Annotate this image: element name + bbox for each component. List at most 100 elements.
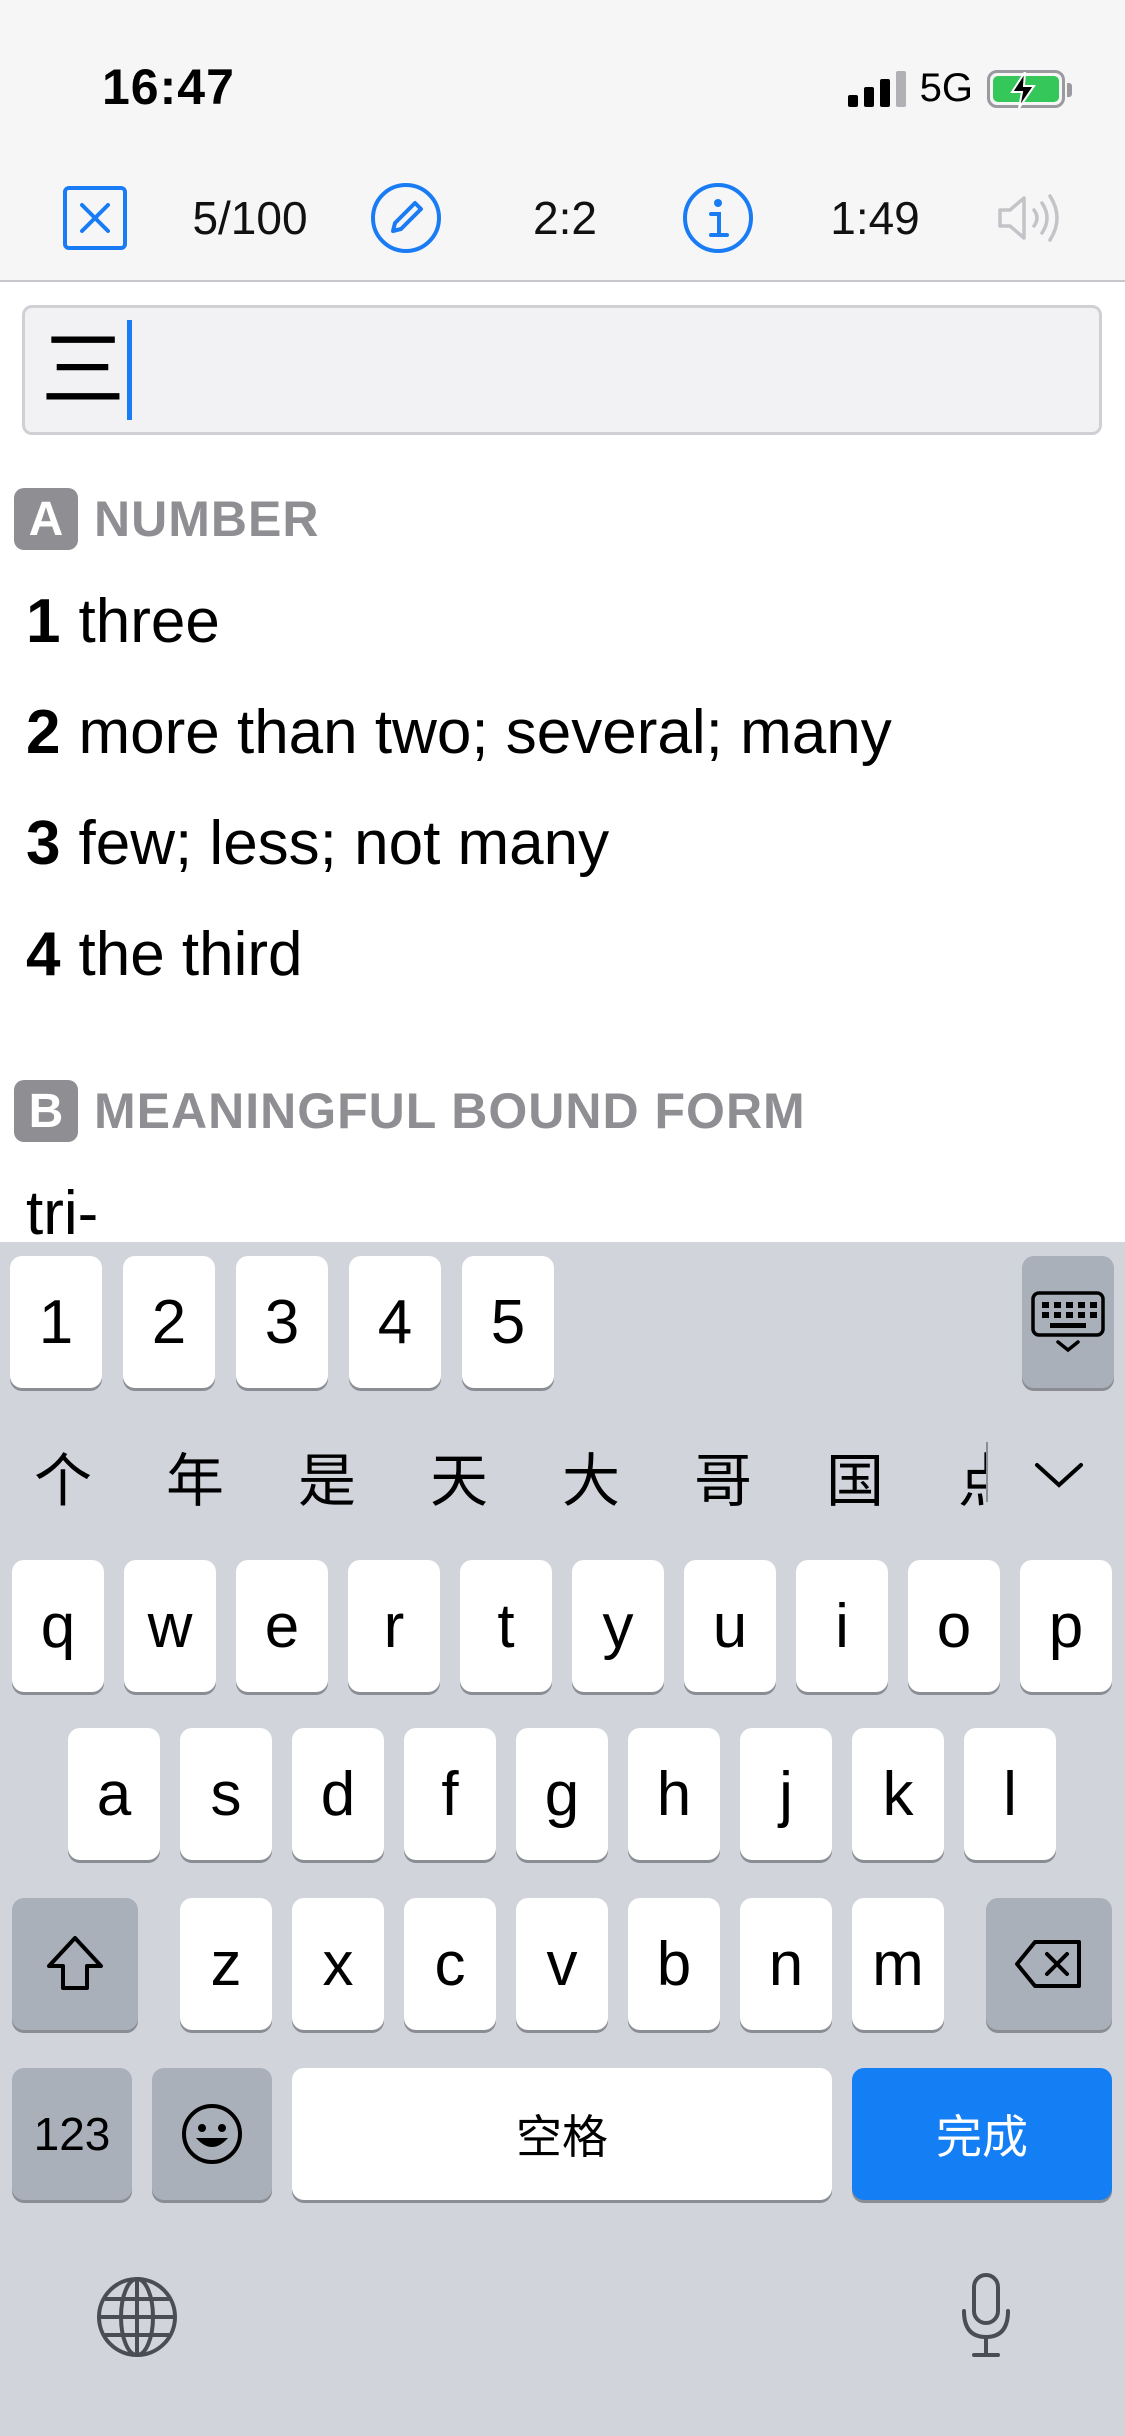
key-t[interactable]: t [460,1560,552,1692]
status-time: 16:47 [102,59,235,115]
battery-icon [987,69,1072,108]
key-4[interactable]: 4 [349,1256,441,1388]
close-button[interactable] [60,168,130,268]
key-i[interactable]: i [796,1560,888,1692]
key-r[interactable]: r [348,1560,440,1692]
definition-item: 1 three [26,586,220,657]
key-3[interactable]: 3 [236,1256,328,1388]
section-letter-badge: A [14,488,78,550]
key-q[interactable]: q [12,1560,104,1692]
definition-number: 3 [26,809,61,878]
candidate-item-partial[interactable]: 点 [958,1434,988,1510]
key-l[interactable]: l [964,1728,1056,1860]
answer-input-value: 三 [41,321,126,419]
answer-input[interactable]: 三 [22,305,1102,435]
key-n[interactable]: n [740,1898,832,2030]
definition-item: 4 the third [26,919,303,990]
done-key[interactable]: 完成 [852,2068,1112,2200]
signal-icon [847,70,906,107]
expand-candidates-button[interactable] [1024,1450,1094,1500]
definition-text: three [78,587,220,656]
candidate-item[interactable]: 国 [826,1434,884,1518]
key-m[interactable]: m [852,1898,944,2030]
definition-item: tri- [26,1178,98,1249]
key-y[interactable]: y [572,1560,664,1692]
key-f[interactable]: f [404,1728,496,1860]
definition-item: 2 more than two; several; many [26,697,892,768]
definition-number: 4 [26,920,61,989]
definition-number: 2 [26,698,61,767]
key-s[interactable]: s [180,1728,272,1860]
candidate-item-text: 点 [958,1447,988,1510]
network-label: 5G [919,66,973,110]
keyboard-icon [1031,1291,1105,1353]
definition-text: more than two; several; many [78,698,892,767]
key-k[interactable]: k [852,1728,944,1860]
definition-text: tri- [26,1179,99,1248]
key-o[interactable]: o [908,1560,1000,1692]
globe-icon [97,2277,177,2357]
section-title: NUMBER [94,491,320,547]
microphone-icon [962,2273,1010,2357]
key-z[interactable]: z [180,1898,272,2030]
key-c[interactable]: c [404,1898,496,2030]
speaker-icon [998,194,1059,242]
candidate-item[interactable]: 天 [430,1434,488,1518]
key-e[interactable]: e [236,1560,328,1692]
emoji-key[interactable] [152,2068,272,2200]
dismiss-keyboard-button[interactable] [1022,1256,1114,1388]
top-bar: 16:47 5G 5/100 2:2 1:49 [0,0,1125,282]
numbers-key[interactable]: 123 [12,2068,132,2200]
definition-text: few; less; not many [78,809,610,878]
shift-icon [47,1936,103,1990]
pencil-icon [371,183,441,253]
space-key[interactable]: 空格 [292,2068,832,2200]
key-x[interactable]: x [292,1898,384,2030]
candidate-item[interactable]: 哥 [694,1434,752,1518]
globe-button[interactable] [92,2272,182,2362]
key-1[interactable]: 1 [10,1256,102,1388]
dictation-button[interactable] [946,2266,1026,2366]
candidate-item[interactable]: 大 [562,1434,620,1518]
toolbar: 5/100 2:2 1:49 [0,168,1125,268]
key-d[interactable]: d [292,1728,384,1860]
keyboard: 1 2 3 4 5 个 年 是 天 大 哥 国 点 q w e r t y u … [0,1242,1125,2436]
section-header-b: B MEANINGFUL BOUND FORM [14,1080,806,1142]
candidate-item[interactable]: 是 [298,1434,356,1518]
key-w[interactable]: w [124,1560,216,1692]
chevron-down-icon [1035,1463,1083,1488]
close-icon [63,186,127,250]
candidate-divider [986,1442,988,1502]
definition-item: 3 few; less; not many [26,808,609,879]
key-g[interactable]: g [516,1728,608,1860]
key-p[interactable]: p [1020,1560,1112,1692]
backspace-key[interactable] [986,1898,1112,2030]
key-b[interactable]: b [628,1898,720,2030]
section-header-a: A NUMBER [14,488,319,550]
key-2[interactable]: 2 [123,1256,215,1388]
speaker-button[interactable] [990,168,1070,268]
key-v[interactable]: v [516,1898,608,2030]
key-h[interactable]: h [628,1728,720,1860]
shift-key[interactable] [12,1898,138,2030]
edit-button[interactable] [368,168,444,268]
backspace-icon [1015,1940,1081,1988]
progress-counter: 5/100 [192,192,308,244]
definition-text: the third [78,920,303,989]
text-caret [127,320,133,420]
info-icon [683,183,753,253]
definition-number: 1 [26,587,61,656]
section-title: MEANINGFUL BOUND FORM [94,1083,806,1139]
status-indicators: 5G [847,66,1072,111]
candidate-item[interactable]: 年 [166,1434,224,1518]
info-button[interactable] [680,168,756,268]
key-a[interactable]: a [68,1728,160,1860]
timer: 1:49 [830,192,920,244]
score-ratio: 2:2 [533,192,597,244]
key-5[interactable]: 5 [462,1256,554,1388]
section-letter-badge: B [14,1080,78,1142]
candidate-item[interactable]: 个 [34,1434,92,1518]
emoji-icon [182,2104,242,2164]
key-u[interactable]: u [684,1560,776,1692]
key-j[interactable]: j [740,1728,832,1860]
